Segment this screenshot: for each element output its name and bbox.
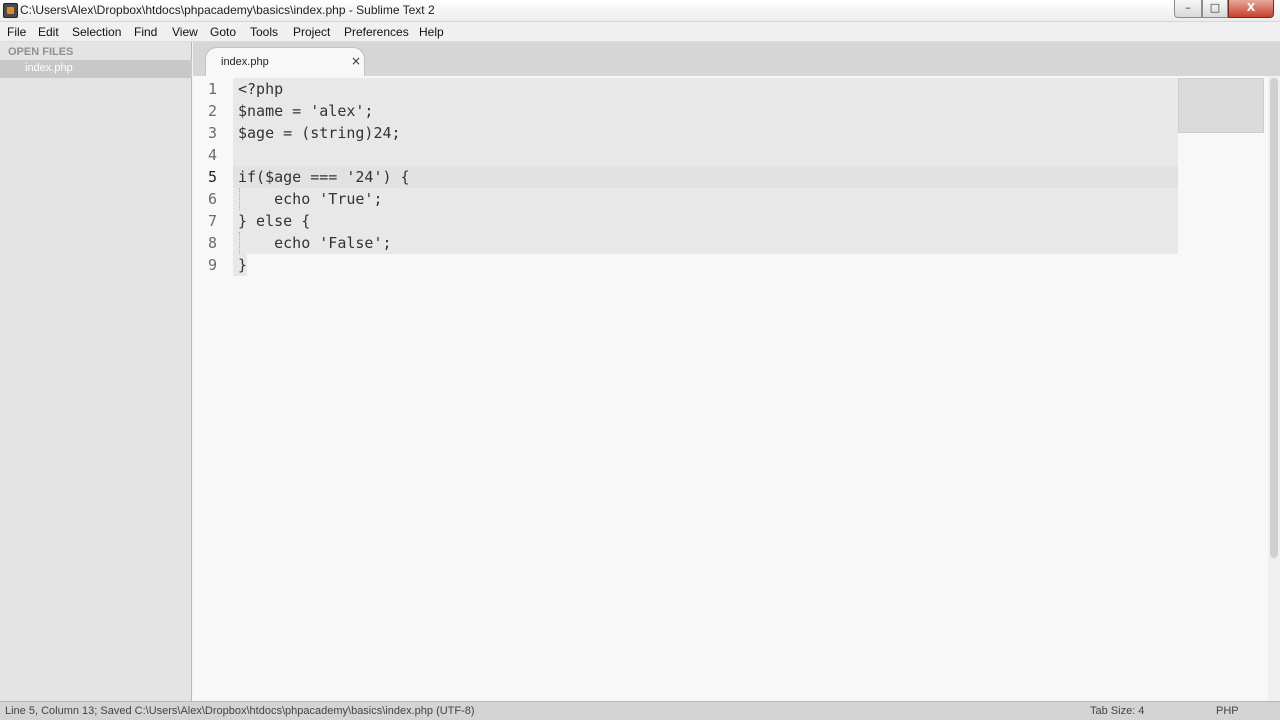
code-editor[interactable]: 1 2 3 4 5 6 7 8 9 <?php $name = 'alex'; … [193, 76, 1280, 701]
minimap-viewport[interactable] [1178, 78, 1264, 133]
line-number: 6 [207, 190, 217, 208]
code-line[interactable]: $name = 'alex'; [238, 100, 373, 122]
syntax-indicator[interactable]: PHP [1216, 705, 1239, 717]
minimize-icon[interactable]: – [1174, 0, 1202, 18]
tab-bar: index.php × [193, 42, 1280, 76]
gutter: 1 2 3 4 5 6 7 8 9 [193, 76, 233, 701]
line-number: 2 [207, 102, 217, 120]
tab-index-php[interactable]: index.php × [205, 47, 365, 76]
code-line[interactable]: echo 'True'; [238, 188, 382, 210]
tab-close-icon[interactable]: × [351, 54, 361, 68]
code-line[interactable]: echo 'False'; [238, 232, 391, 254]
line-number: 1 [207, 80, 217, 98]
tab-size-indicator[interactable]: Tab Size: 4 [1090, 705, 1144, 717]
title-bar: C:\Users\Alex\Dropbox\htdocs\phpacademy\… [0, 0, 1280, 22]
menu-tools[interactable]: Tools [250, 25, 278, 39]
scroll-thumb[interactable] [1270, 78, 1278, 558]
line-number: 9 [207, 256, 217, 274]
vertical-scrollbar[interactable] [1268, 76, 1280, 701]
menu-view[interactable]: View [172, 25, 198, 39]
menu-project[interactable]: Project [293, 25, 330, 39]
menu-selection[interactable]: Selection [72, 25, 121, 39]
menu-find[interactable]: Find [134, 25, 157, 39]
sidebar-file-item[interactable]: index.php [0, 60, 192, 78]
status-message: Line 5, Column 13; Saved C:\Users\Alex\D… [5, 705, 475, 717]
code-line[interactable]: <?php [238, 78, 283, 100]
line-number: 3 [207, 124, 217, 142]
menu-goto[interactable]: Goto [210, 25, 236, 39]
sidebar-file-label: index.php [25, 62, 73, 74]
window-title: C:\Users\Alex\Dropbox\htdocs\phpacademy\… [20, 3, 435, 17]
code-line[interactable]: } [238, 254, 247, 276]
line-number-current: 5 [207, 168, 217, 186]
code-line[interactable]: } else { [238, 210, 310, 232]
code-line-current[interactable]: if($age === '24') { [238, 166, 410, 188]
close-icon[interactable]: X [1228, 0, 1274, 18]
maximize-icon[interactable]: □ [1202, 0, 1228, 18]
menu-edit[interactable]: Edit [38, 25, 59, 39]
sidebar: OPEN FILES index.php [0, 42, 192, 701]
status-bar: Line 5, Column 13; Saved C:\Users\Alex\D… [0, 701, 1280, 720]
line-number: 7 [207, 212, 217, 230]
menu-help[interactable]: Help [419, 25, 444, 39]
line-number: 8 [207, 234, 217, 252]
code-line[interactable]: $age = (string)24; [238, 122, 401, 144]
app-icon[interactable] [3, 3, 18, 18]
tab-label: index.php [221, 56, 269, 68]
menu-file[interactable]: File [7, 25, 26, 39]
open-files-header: OPEN FILES [8, 46, 74, 58]
menu-preferences[interactable]: Preferences [344, 25, 409, 39]
line-number: 4 [207, 146, 217, 164]
menu-bar: File Edit Selection Find View Goto Tools… [0, 22, 1280, 42]
